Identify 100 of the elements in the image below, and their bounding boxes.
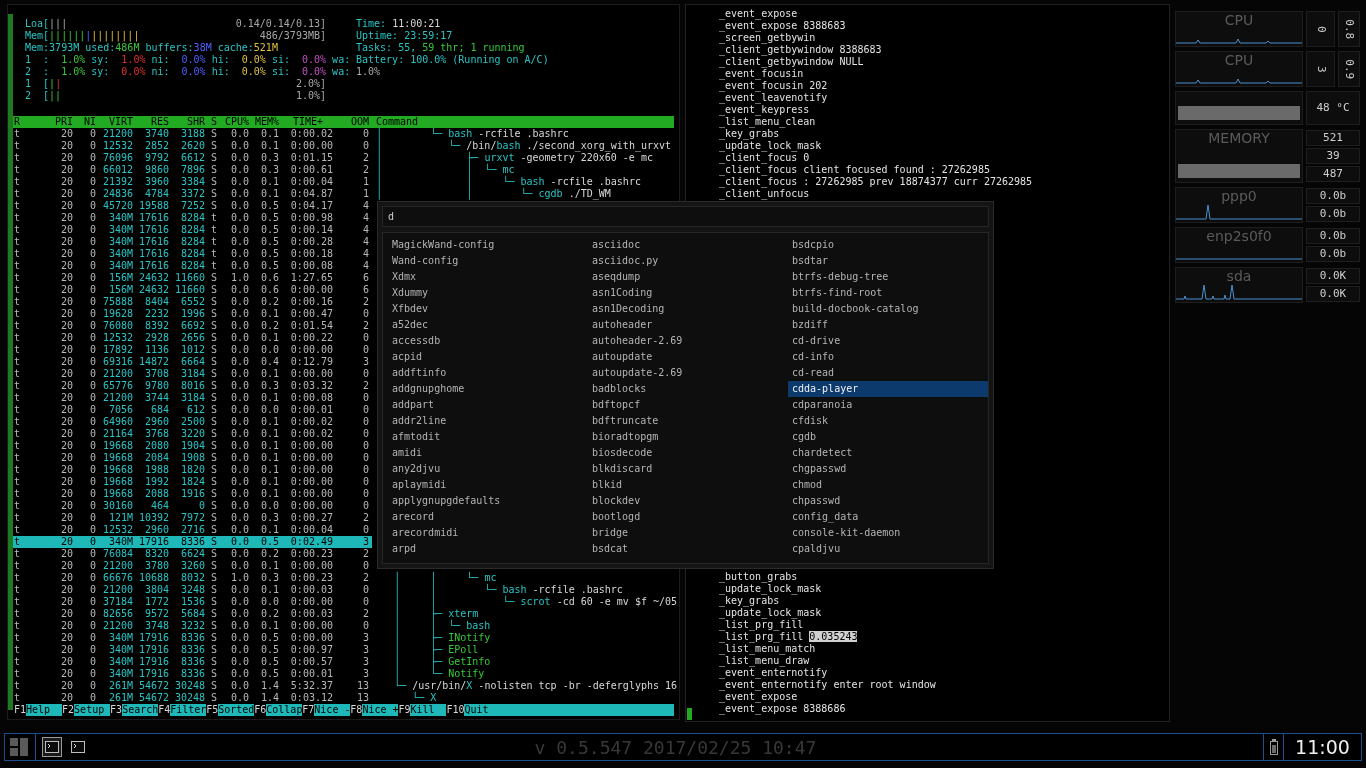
column-label[interactable]: TIME+ <box>279 116 333 128</box>
result-item[interactable]: chmod <box>788 477 988 493</box>
result-item[interactable]: addftinfo <box>388 365 588 381</box>
result-item[interactable]: Xdummy <box>388 285 588 301</box>
process-row[interactable]: t 20 0 340M 17616 8284 t 0.0 0.5 0:00.28 4 <box>13 236 372 248</box>
result-item[interactable]: afmtodit <box>388 429 588 445</box>
result-item[interactable]: Xdmx <box>388 269 588 285</box>
result-item[interactable]: chpasswd <box>788 493 988 509</box>
process-row[interactable]: t 20 0 340M 17916 8336 S 0.0 0.5 0:00.01 3 │ └─ Notify <box>13 668 485 680</box>
process-row[interactable]: t 20 0 17892 1136 1012 S 0.0 0.0 0:00.00 0 <box>13 344 372 356</box>
column-label[interactable]: SHR <box>169 116 205 128</box>
column-label[interactable]: CPU% <box>220 116 249 128</box>
result-item[interactable]: btrfs-find-root <box>788 285 988 301</box>
process-row[interactable]: t 20 0 76096 9792 6612 S 0.0 0.3 0:01.15 2 │ ├─ urxvt -geometry 220x60 -e mc <box>13 152 653 164</box>
result-item[interactable]: asn1Coding <box>588 285 788 301</box>
grid-icon[interactable] <box>9 737 29 757</box>
process-row[interactable]: t 20 0 66012 9860 7896 S 0.0 0.3 0:00.61 2 │ │ └─ mc <box>13 164 515 176</box>
result-item[interactable]: cd-drive <box>788 333 988 349</box>
result-item[interactable]: chardetect <box>788 445 988 461</box>
result-item[interactable]: addgnupghome <box>388 381 588 397</box>
result-item[interactable]: bsdcpio <box>788 237 988 253</box>
process-row[interactable]: t 20 0 75888 8404 6552 S 0.0 0.2 0:00.16 2 <box>13 296 372 308</box>
column-label[interactable]: MEM% <box>249 116 279 128</box>
result-item[interactable]: cd-info <box>788 349 988 365</box>
result-item[interactable]: bdftopcf <box>588 397 788 413</box>
process-row[interactable]: t 20 0 66676 10688 8032 S 1.0 0.3 0:00.23 2 │ │ └─ mc <box>13 572 497 584</box>
column-label[interactable]: Command <box>376 116 419 128</box>
process-row[interactable]: t 20 0 19668 1992 1824 S 0.0 0.1 0:00.00 0 <box>13 476 372 488</box>
result-item[interactable]: cdparanoia <box>788 397 988 413</box>
process-row[interactable]: t 20 0 37184 1772 1536 S 0.0 0.0 0:00.00 0 │ │ └─ scrot -cd 60 -e mv $f ~/05 <box>13 596 678 608</box>
result-item[interactable]: cpaldjvu <box>788 541 988 557</box>
column-label[interactable]: NI <box>73 116 96 128</box>
result-item[interactable]: bootlogd <box>588 509 788 525</box>
result-item[interactable]: asn1Decoding <box>588 301 788 317</box>
process-row[interactable]: t 20 0 82656 9572 5684 S 0.0 0.2 0:00.03 2 │ ├─ xterm <box>13 608 479 620</box>
process-row[interactable]: t 20 0 340M 17916 8336 S 0.0 0.5 0:00.57 3 │ ├─ GetInfo <box>13 656 491 668</box>
result-item[interactable]: console-kit-daemon <box>788 525 988 541</box>
function-key-label[interactable]: Quit <box>464 704 501 716</box>
function-key-label[interactable]: Setup <box>74 704 111 716</box>
result-item[interactable]: amidi <box>388 445 588 461</box>
process-row[interactable]: t 20 0 12532 2928 2656 S 0.0 0.1 0:00.22 0 <box>13 332 372 344</box>
process-row[interactable]: t 20 0 21200 3740 3188 S 0.0 0.1 0:00.02 0 │ └─ bash -rcfile .bashrc <box>13 128 569 140</box>
process-row[interactable]: t 20 0 261M 54672 30248 S 0.0 1.4 0:03.12 13 └─ X <box>13 692 437 704</box>
process-row[interactable]: t 20 0 65776 9780 8016 S 0.0 0.3 0:03.32 2 <box>13 380 372 392</box>
process-row[interactable]: t 20 0 340M 17916 8336 S 0.0 0.5 0:00.00 3 │ ├─ INotify <box>13 632 491 644</box>
function-key-label[interactable]: Collap <box>266 704 303 716</box>
result-item[interactable]: bdftruncate <box>588 413 788 429</box>
process-row[interactable]: t 20 0 156M 24632 11660 S 0.0 0.6 0:00.00 6 <box>13 284 372 296</box>
result-item[interactable]: asciidoc <box>588 237 788 253</box>
process-row[interactable]: t 20 0 261M 54672 30248 S 0.0 1.4 5:32.37 13 └─ /usr/bin/X -nolisten tcp -br -deferglyphs 16 <box>13 680 678 692</box>
process-row[interactable]: t 20 0 24836 4784 3372 S 0.0 0.1 0:04.87 1 │ │ └─ cgdb ./TD_WM <box>13 188 611 200</box>
result-item[interactable]: addpart <box>388 397 588 413</box>
column-label[interactable]: VIRT <box>96 116 133 128</box>
process-row[interactable]: t 20 0 340M 17616 8284 t 0.0 0.5 0:00.14 4 <box>13 224 372 236</box>
column-label[interactable]: PRI <box>34 116 73 128</box>
process-row[interactable]: t 20 0 21200 3744 3184 S 0.0 0.1 0:00.08 0 <box>13 392 372 404</box>
result-item[interactable]: arecordmidi <box>388 525 588 541</box>
result-item[interactable]: blockdev <box>588 493 788 509</box>
column-label[interactable]: S <box>205 116 220 128</box>
process-row[interactable]: t 20 0 21200 3780 3260 S 0.0 0.1 0:00.00 0 <box>13 560 372 572</box>
function-key-label[interactable]: Nice - <box>314 704 351 716</box>
column-label[interactable]: OOM <box>333 116 369 128</box>
result-item[interactable]: blkid <box>588 477 788 493</box>
result-item[interactable]: cgdb <box>788 429 988 445</box>
process-row[interactable]: t 20 0 7056 684 612 S 0.0 0.0 0:00.01 0 <box>13 404 372 416</box>
result-item[interactable]: build-docbook-catalog <box>788 301 988 317</box>
process-row[interactable]: t 20 0 21200 3804 3248 S 0.0 0.1 0:00.03 0 │ │ └─ bash -rcfile .bashrc <box>13 584 623 596</box>
result-item[interactable]: aplaymidi <box>388 477 588 493</box>
result-item[interactable]: Wand-config <box>388 253 588 269</box>
process-row[interactable]: t 20 0 340M 17916 8336 S 0.0 0.5 0:00.97 3 │ ├─ EPoll <box>13 644 479 656</box>
result-item[interactable]: accessdb <box>388 333 588 349</box>
process-row[interactable]: t 20 0 21200 3708 3184 S 0.0 0.1 0:00.00 0 <box>13 368 372 380</box>
process-row[interactable]: t 20 0 21392 3960 3384 S 0.0 0.1 0:00.04 1 │ │ └─ bash -rcfile .bashrc <box>13 176 641 188</box>
process-row[interactable]: t 20 0 156M 24632 11660 S 1.0 0.6 1:27.65 6 <box>13 272 372 284</box>
result-item[interactable]: bridge <box>588 525 788 541</box>
result-item[interactable]: autoupdate-2.69 <box>588 365 788 381</box>
result-item[interactable]: aseqdump <box>588 269 788 285</box>
result-item[interactable]: asciidoc.py <box>588 253 788 269</box>
function-key-label[interactable]: Nice + <box>362 704 399 716</box>
result-item[interactable]: autoupdate <box>588 349 788 365</box>
result-item[interactable]: applygnupgdefaults <box>388 493 588 509</box>
result-item[interactable]: cdda-player <box>788 381 988 397</box>
result-item[interactable]: bsdcat <box>588 541 788 557</box>
process-row[interactable]: t 20 0 21200 3748 3232 S 0.0 0.1 0:00.00 0 │ │ └─ bash <box>13 620 491 632</box>
process-row[interactable]: t 20 0 76084 8320 6624 S 0.0 0.2 0:00.23 2 <box>13 548 372 560</box>
function-key-label[interactable]: Search <box>122 704 159 716</box>
process-row[interactable]: t 20 0 340M 17616 8284 t 0.0 0.5 0:00.18 4 <box>13 248 372 260</box>
result-item[interactable]: acpid <box>388 349 588 365</box>
function-key-label[interactable]: Filter <box>170 704 207 716</box>
column-label[interactable]: R <box>14 116 34 128</box>
process-row[interactable]: t 20 0 340M 17616 8284 t 0.0 0.5 0:00.08 4 <box>13 260 372 272</box>
terminal-icon[interactable] <box>42 737 62 757</box>
result-item[interactable]: autoheader-2.69 <box>588 333 788 349</box>
result-item[interactable]: bsdtar <box>788 253 988 269</box>
result-item[interactable]: MagickWand-config <box>388 237 588 253</box>
process-row[interactable]: t 20 0 340M 17616 8284 t 0.0 0.5 0:00.98 4 <box>13 212 372 224</box>
process-row[interactable]: t 20 0 121M 10392 7972 S 0.0 0.3 0:00.27 2 <box>13 512 372 524</box>
process-row[interactable]: t 20 0 19668 2084 1908 S 0.0 0.1 0:00.00 0 <box>13 452 372 464</box>
result-item[interactable]: autoheader <box>588 317 788 333</box>
process-row[interactable]: t 20 0 45720 19588 7252 S 0.0 0.5 0:04.17 4 <box>13 200 372 212</box>
